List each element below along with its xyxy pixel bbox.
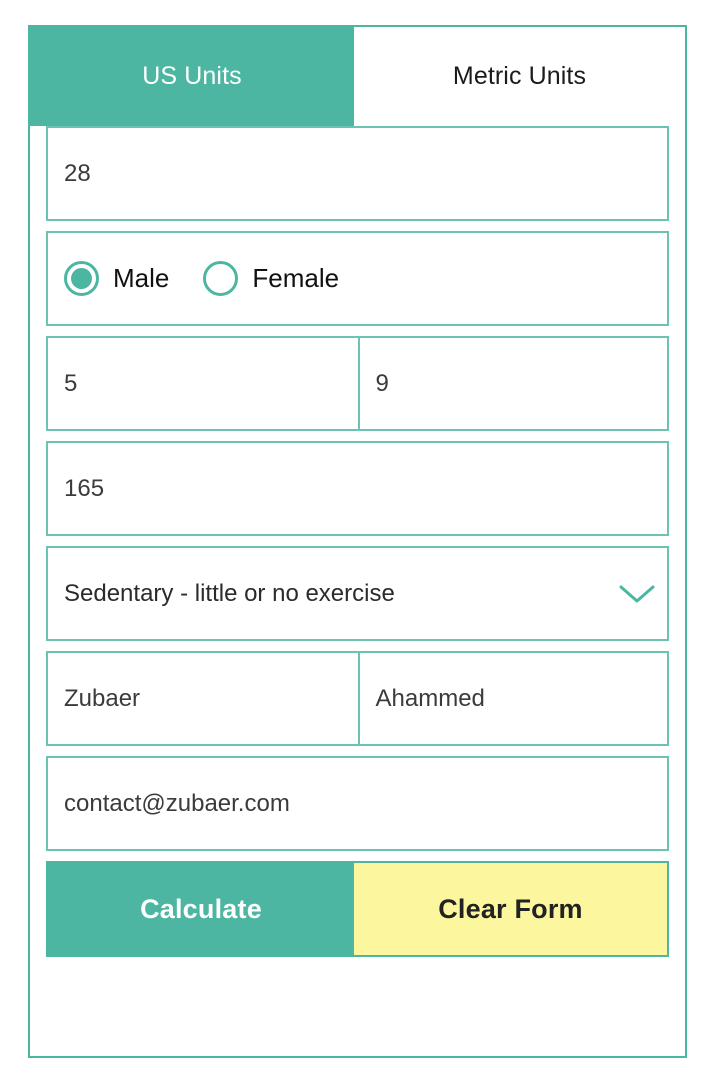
activity-level-select[interactable]: Sedentary - little or no exercise [48, 580, 607, 608]
unit-tab-bar: US Units Metric Units [30, 27, 685, 126]
gender-option-female[interactable]: Female [203, 261, 339, 296]
weight-input[interactable]: 165 [48, 443, 667, 534]
radio-female-icon[interactable] [203, 261, 239, 296]
weight-row: 165 [46, 441, 669, 536]
age-input[interactable]: 28 [48, 128, 667, 219]
height-row: 5 9 [46, 336, 669, 431]
last-name-input[interactable]: Ahammed [357, 653, 667, 744]
gender-label-male: Male [113, 263, 170, 293]
gender-option-male[interactable]: Male [64, 261, 169, 296]
email-row: contact@zubaer.com [46, 756, 669, 851]
chevron-down-icon[interactable] [607, 582, 667, 606]
calculator-form: 28 Male Female 5 9 165 Sedentary - littl… [30, 126, 685, 973]
name-row: Zubaer Ahammed [46, 651, 669, 746]
email-input[interactable]: contact@zubaer.com [48, 758, 667, 849]
gender-label-female: Female [252, 263, 340, 293]
gender-row: Male Female [46, 231, 669, 326]
tab-us-units[interactable]: US Units [30, 27, 354, 126]
activity-level-row[interactable]: Sedentary - little or no exercise [46, 546, 669, 641]
height-inches-input[interactable]: 9 [357, 338, 667, 429]
tab-metric-units[interactable]: Metric Units [354, 27, 685, 126]
first-name-input[interactable]: Zubaer [48, 653, 358, 744]
calculator-panel: US Units Metric Units 28 Male Female 5 9… [28, 25, 687, 1058]
age-row: 28 [46, 126, 669, 221]
height-feet-input[interactable]: 5 [48, 338, 358, 429]
form-actions: Calculate Clear Form [46, 861, 669, 957]
radio-male-icon[interactable] [64, 261, 99, 296]
clear-form-button[interactable]: Clear Form [354, 863, 667, 955]
calculate-button[interactable]: Calculate [48, 863, 354, 955]
